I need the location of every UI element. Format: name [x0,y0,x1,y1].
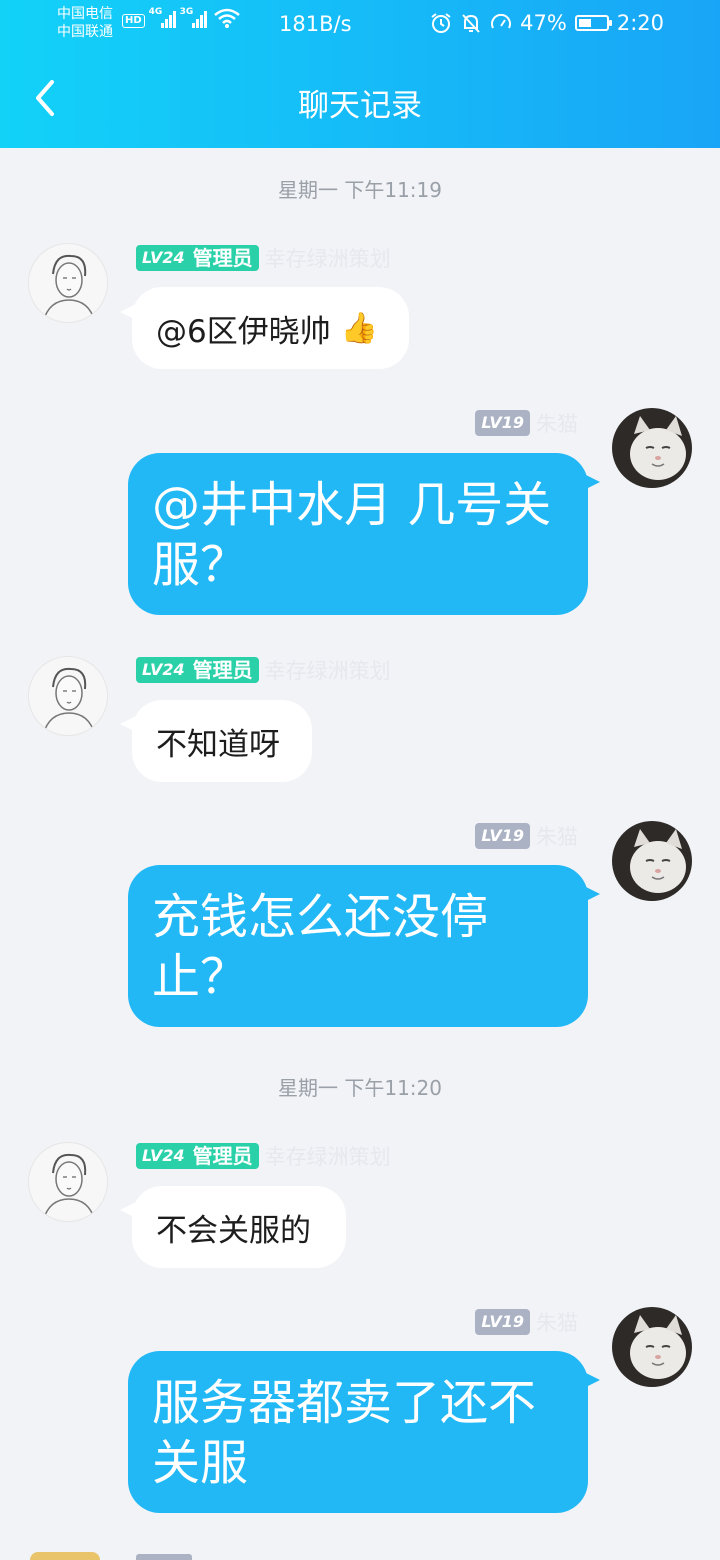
wifi-icon [213,8,240,28]
battery-fill [578,19,592,27]
signal-icon-2: 3G [180,7,207,28]
sketch-portrait-icon [42,254,96,322]
battery-percent: 47% [520,11,567,35]
avatar-self[interactable] [612,408,692,488]
message-text: @井中水月 几号关服？ [152,477,552,593]
message-text: 充钱怎么还没停止？ [152,889,489,1005]
sender-name: 朱猫 [536,825,578,849]
sketch-portrait-icon [42,1153,96,1221]
network-icons: HD 4G 3G [122,7,241,28]
app-header: 中国电信 中国联通 HD 4G 3G 181B/s 47% 2:20 聊天记录 [0,0,720,148]
message-bubble[interactable]: 不会关服的 [132,1186,346,1268]
level-badge: LV19 [475,1309,530,1335]
timestamp-2: 星期一 下午11:20 [278,1076,442,1100]
sketch-portrait-icon [42,667,96,735]
sender-name: 朱猫 [536,1311,578,1335]
role-badge: 管理员 [190,245,259,271]
sender-meta: LV19 朱猫 [475,1307,578,1337]
level-badge: LV24 [136,1143,191,1169]
signal-icon-1: 4G [149,7,176,28]
carrier-1: 中国电信 [57,6,113,22]
page-title: 聊天记录 [298,88,422,124]
message-text: 不会关服的 [156,1212,311,1249]
message-text: 不知道呀 [156,726,280,763]
role-badge: 管理员 [190,657,259,683]
status-bar: 中国电信 中国联通 HD 4G 3G 181B/s 47% 2:20 [0,0,720,50]
sender-meta: LV24 管理员 幸存绿洲策划 [136,1141,391,1171]
alarm-icon [431,13,451,33]
system-status: 47% 2:20 [430,11,664,35]
avatar-self[interactable] [612,1307,692,1387]
message-bubble[interactable]: @6区伊晓帅 👍 [132,287,409,369]
level-badge: LV19 [475,823,530,849]
cat-face-icon [630,1315,686,1379]
speed-gauge-icon [491,13,512,29]
avatar-self[interactable] [612,821,692,901]
message-bubble[interactable]: 服务器都卖了还不关服 [128,1351,588,1513]
message-bubble[interactable]: @井中水月 几号关服？ [128,453,588,615]
thumbs-up-icon: 👍 [340,310,379,346]
net-type-2: 3G [179,7,194,17]
level-badge: LV19 [475,410,530,436]
sender-name: 朱猫 [536,412,578,436]
carrier-2: 中国联通 [57,24,113,40]
sender-meta: LV24 管理员 幸存绿洲策划 [136,243,391,273]
role-badge: 管理员 [190,1143,259,1169]
cat-face-icon [630,829,686,893]
network-speed: 181B/s [279,12,352,36]
timestamp-1: 星期一 下午11:19 [278,178,442,202]
avatar-admin[interactable] [28,656,108,736]
level-badge: LV24 [136,657,191,683]
clock: 2:20 [616,11,664,35]
next-level-badge-partial [136,1554,192,1560]
carrier-info: 中国电信 中国联通 [57,5,113,41]
hd-icon: HD [122,14,145,28]
battery-icon [574,15,612,31]
message-text: 服务器都卖了还不关服 [152,1375,537,1491]
mute-bell-icon [462,14,480,33]
message-bubble[interactable]: 不知道呀 [132,700,312,782]
sender-name: 幸存绿洲策划 [264,659,391,683]
next-avatar-partial[interactable] [30,1552,100,1560]
sender-meta: LV19 朱猫 [475,408,578,438]
message-text: @6区伊晓帅 [156,313,331,350]
sender-meta: LV24 管理员 幸存绿洲策划 [136,655,391,685]
net-type-1: 4G [148,7,163,17]
sender-meta: LV19 朱猫 [475,821,578,851]
sender-name: 幸存绿洲策划 [264,1145,391,1169]
level-badge: LV24 [136,245,191,271]
avatar-admin[interactable] [28,1142,108,1222]
avatar-admin[interactable] [28,243,108,323]
cat-face-icon [630,416,686,480]
message-bubble[interactable]: 充钱怎么还没停止？ [128,865,588,1027]
sender-name: 幸存绿洲策划 [264,247,391,271]
